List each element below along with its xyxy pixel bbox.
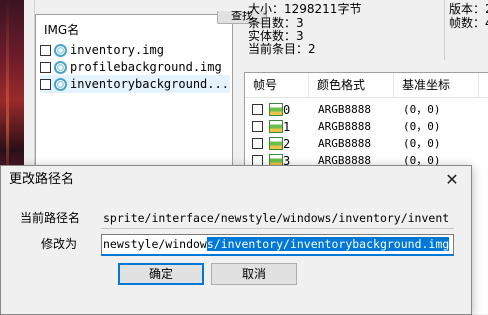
img-list-header: IMG名 [44, 23, 80, 37]
entry-count-text: 条目数：3 [248, 16, 304, 30]
checkbox[interactable] [40, 78, 51, 90]
version-text: 版本：2 [449, 2, 488, 16]
frame-format: ARGB8888 [318, 120, 371, 133]
checkbox[interactable] [40, 61, 51, 73]
bitmap-icon [269, 137, 283, 150]
img-info-panel: 大小：1298211字节 条目数：3 实体数：3 当前条目：2 [244, 0, 434, 60]
column-header-base-point[interactable]: 基准坐标 [394, 73, 479, 97]
rename-path-dialog: 更改路径名 ✕ 当前路径名 sprite/interface/newstyle/… [0, 165, 472, 315]
size-text: 大小：1298211字节 [248, 2, 362, 16]
img-list-item[interactable]: profilebackground.img [40, 58, 230, 76]
frame-format: ARGB8888 [318, 103, 371, 116]
table-row[interactable]: 0 ARGB8888 (0，0) [245, 102, 488, 118]
img-file-icon [54, 77, 67, 91]
frame-table-header: 帧号 颜色格式 基准坐标 [245, 73, 488, 98]
current-path-field[interactable]: sprite/interface/newstyle/windows/invent… [101, 207, 454, 229]
frame-number: 2 [283, 137, 291, 151]
column-header-frame-no[interactable]: 帧号 [245, 73, 309, 97]
bitmap-icon [269, 120, 283, 133]
new-path-unselected-text: newstyle/window [103, 237, 207, 251]
rename-label: 修改为 [41, 237, 78, 251]
checkbox[interactable] [252, 121, 263, 132]
table-row[interactable]: 1 ARGB8888 (0，0) [245, 119, 488, 135]
frame-base-point: (0，0) [403, 120, 441, 133]
frame-number: 1 [283, 120, 291, 134]
checkbox[interactable] [40, 44, 51, 56]
img-list-item-label: inventory.img [70, 43, 164, 57]
new-path-input[interactable]: newstyle/windows/inventory/inventoryback… [101, 234, 454, 256]
new-path-selected-text: s/inventory/inventorybackground.img [206, 237, 450, 251]
checkbox[interactable] [252, 138, 263, 149]
column-header-color-format[interactable]: 颜色格式 [309, 73, 394, 97]
img-list-item-label: inventorybackground... [70, 77, 229, 91]
img-file-icon [54, 43, 67, 57]
frame-number: 0 [283, 103, 291, 117]
checkbox[interactable] [252, 104, 263, 115]
img-list-item-label: profilebackground.img [70, 60, 222, 74]
table-row[interactable]: 2 ARGB8888 (0，0) [245, 136, 488, 152]
current-path-label: 当前路径名 [20, 211, 81, 225]
frame-base-point: (0，0) [403, 103, 441, 116]
dialog-title: 更改路径名 [9, 172, 75, 187]
entity-count-text: 实体数：3 [248, 29, 304, 43]
bitmap-icon [269, 103, 283, 116]
img-file-icon [54, 60, 67, 74]
version-panel: 版本：2 帧数：4 [444, 0, 488, 60]
ok-button[interactable]: 确定 [118, 263, 204, 285]
current-entry-text: 当前条目：2 [248, 42, 316, 56]
frame-format: ARGB8888 [318, 137, 371, 150]
cancel-button[interactable]: 取消 [211, 263, 297, 285]
frame-base-point: (0，0) [403, 137, 441, 150]
img-list-item[interactable]: inventorybackground... [40, 75, 230, 93]
frames-text: 帧数：4 [449, 16, 488, 30]
img-list-item[interactable]: inventory.img [40, 41, 230, 59]
close-icon[interactable]: ✕ [439, 168, 465, 192]
